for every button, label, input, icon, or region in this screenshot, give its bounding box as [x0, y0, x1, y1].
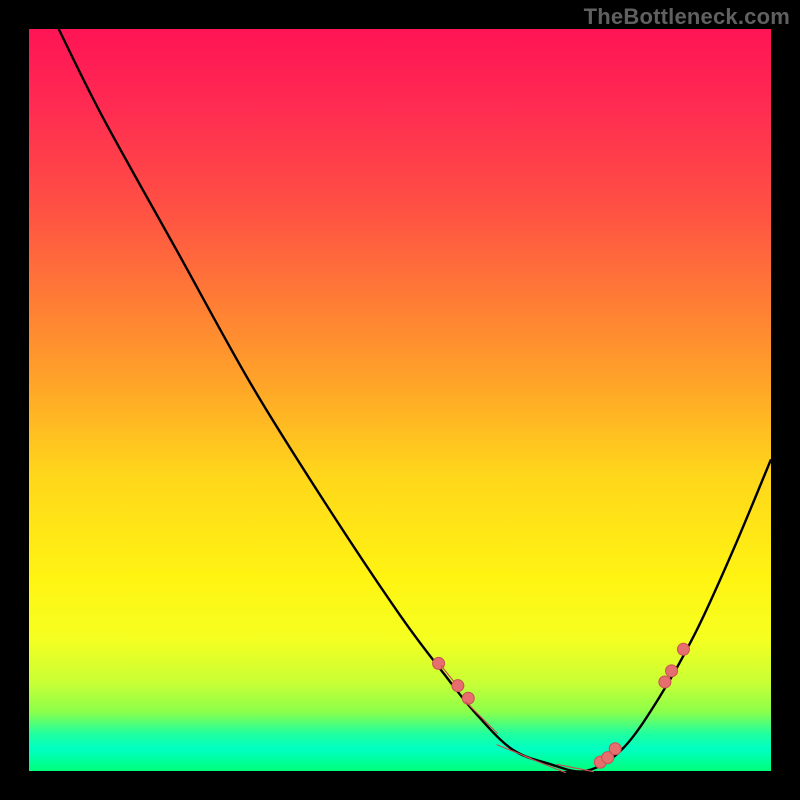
curve-marker-dot [666, 665, 678, 677]
curve-marker-dot [609, 743, 621, 755]
chart-plot-area [29, 29, 771, 771]
curve-marker-dot [659, 676, 671, 688]
curve-marker-dot [452, 680, 464, 692]
curve-marker-dot [677, 643, 689, 655]
curve-marker-dot [462, 692, 474, 704]
bottleneck-curve [59, 29, 771, 772]
curve-marker-pill [524, 756, 565, 773]
attribution-text: TheBottleneck.com [584, 4, 790, 30]
figure-container: TheBottleneck.com [0, 0, 800, 800]
chart-svg [29, 29, 771, 771]
curve-marker-pill [466, 702, 497, 733]
